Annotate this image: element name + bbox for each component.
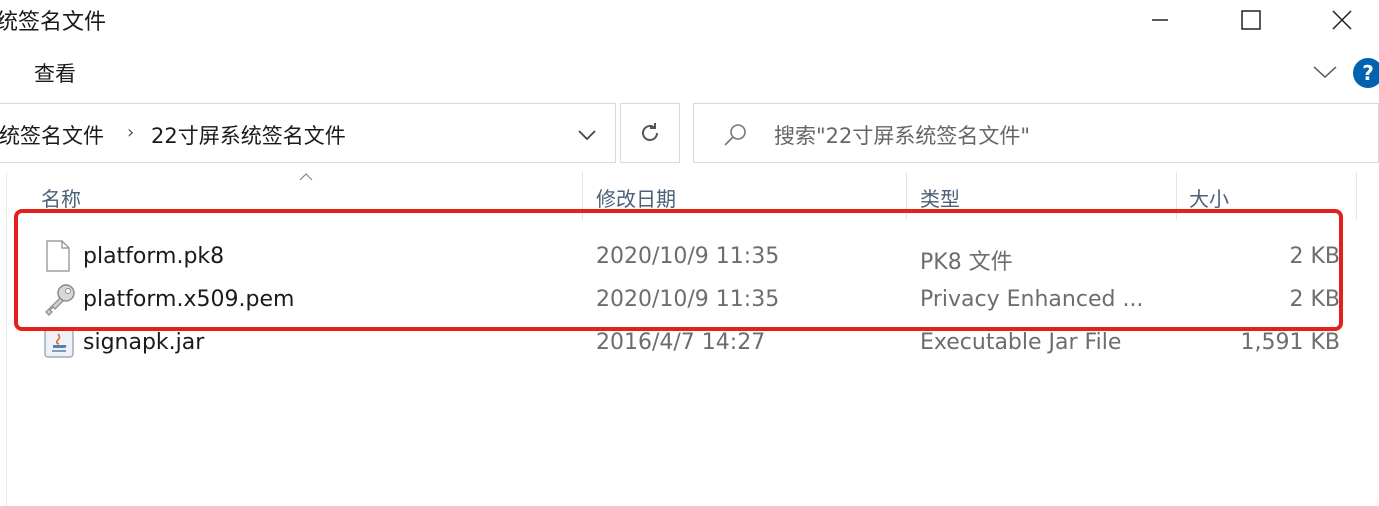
minimize-icon xyxy=(1152,19,1168,21)
column-header-type[interactable]: 类型 xyxy=(920,183,960,212)
close-button[interactable] xyxy=(1319,0,1365,40)
file-modified: 2016/4/7 14:27 xyxy=(596,330,766,355)
breadcrumb-separator[interactable]: › xyxy=(127,122,134,143)
tab-view[interactable]: 查看 xyxy=(34,58,76,88)
refresh-button[interactable] xyxy=(620,103,680,163)
file-name[interactable]: signapk.jar xyxy=(83,330,204,355)
address-bar[interactable]: 统签名文件 › 22寸屏系统签名文件 xyxy=(0,103,616,163)
search-icon xyxy=(724,124,746,146)
title-bar: 统签名文件 xyxy=(0,0,1379,42)
window-title: 统签名文件 xyxy=(0,10,107,35)
column-divider[interactable] xyxy=(1356,172,1357,220)
chevron-down-icon[interactable] xyxy=(1312,64,1338,80)
ribbon: 查看 xyxy=(0,48,1379,98)
column-header-modified[interactable]: 修改日期 xyxy=(596,183,676,212)
refresh-icon xyxy=(642,123,658,141)
highlight-annotation xyxy=(14,209,1343,331)
file-type: Executable Jar File xyxy=(920,330,1122,355)
column-header-size[interactable]: 大小 xyxy=(1189,183,1229,212)
column-header-name[interactable]: 名称 xyxy=(41,183,81,212)
close-icon xyxy=(1332,10,1352,30)
search-box[interactable]: 搜索"22寸屏系统签名文件" xyxy=(693,103,1379,163)
address-dropdown-icon[interactable] xyxy=(577,129,597,141)
help-button[interactable]: ? xyxy=(1353,58,1379,88)
search-input[interactable]: 搜索"22寸屏系统签名文件" xyxy=(774,120,1030,150)
maximize-icon xyxy=(1241,10,1261,30)
minimize-button[interactable] xyxy=(1137,0,1183,40)
breadcrumb-parent[interactable]: 统签名文件 xyxy=(0,120,104,150)
pane-border xyxy=(6,172,7,506)
maximize-button[interactable] xyxy=(1228,0,1274,40)
sort-ascending-icon xyxy=(299,173,313,181)
breadcrumb-current[interactable]: 22寸屏系统签名文件 xyxy=(151,120,346,150)
java-jar-icon xyxy=(44,328,74,358)
file-size: 1,591 KB xyxy=(1240,330,1341,355)
